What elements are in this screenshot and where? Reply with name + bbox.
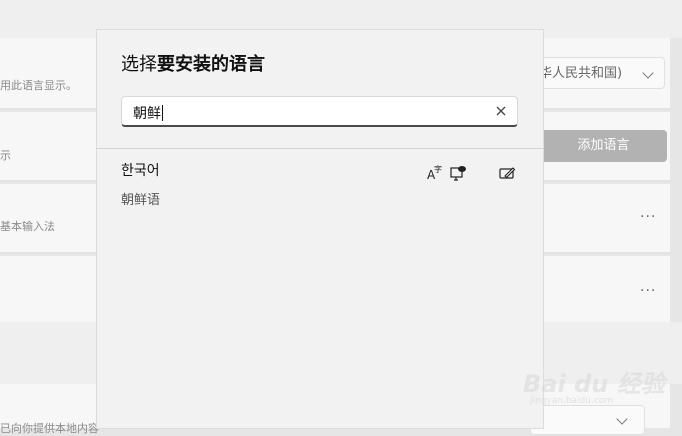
display-language-icon	[450, 166, 466, 181]
region-select-value: 华人民共和国)	[539, 66, 623, 81]
result-native-name: 한국어	[121, 163, 160, 179]
add-language-button[interactable]: 添加语言	[540, 130, 667, 162]
regional-hint: 已向你提供本地内容	[0, 422, 99, 435]
choose-language-dialog: 选择要安装的语言 朝鲜 한국어 朝鲜语 A 字	[96, 29, 544, 429]
chevron-down-icon	[616, 413, 628, 425]
watermark-main: Bai du 经验	[523, 370, 665, 398]
handwriting-icon	[499, 167, 516, 179]
more-options-button[interactable]: ···	[640, 209, 656, 225]
text-caret	[162, 105, 163, 121]
language-item-hint: 基本输入法	[0, 220, 55, 233]
dialog-title-bold: 要安装的语言	[157, 54, 265, 75]
display-language-hint: 用此语言显示。	[0, 79, 77, 92]
text-to-speech-icon: A 字	[427, 164, 442, 182]
close-icon[interactable]	[493, 103, 509, 119]
dialog-title-prefix: 选择	[121, 54, 157, 75]
watermark-sub: jingyan.baidu.com	[530, 396, 614, 406]
search-input-value: 朝鲜	[133, 103, 163, 123]
chevron-down-icon	[642, 67, 654, 79]
dialog-divider	[97, 148, 543, 149]
result-localized-name: 朝鲜语	[121, 193, 161, 208]
language-search-input[interactable]: 朝鲜	[121, 96, 518, 127]
svg-text:字: 字	[434, 164, 442, 174]
baidu-jingyan-watermark: Bai du 经验 jingyan.baidu.com	[520, 352, 670, 412]
more-options-button-2[interactable]: ···	[640, 283, 656, 299]
dialog-title: 选择要安装的语言	[121, 50, 265, 76]
search-text: 朝鲜	[133, 106, 161, 122]
preferred-languages-hint: 示	[0, 149, 11, 162]
